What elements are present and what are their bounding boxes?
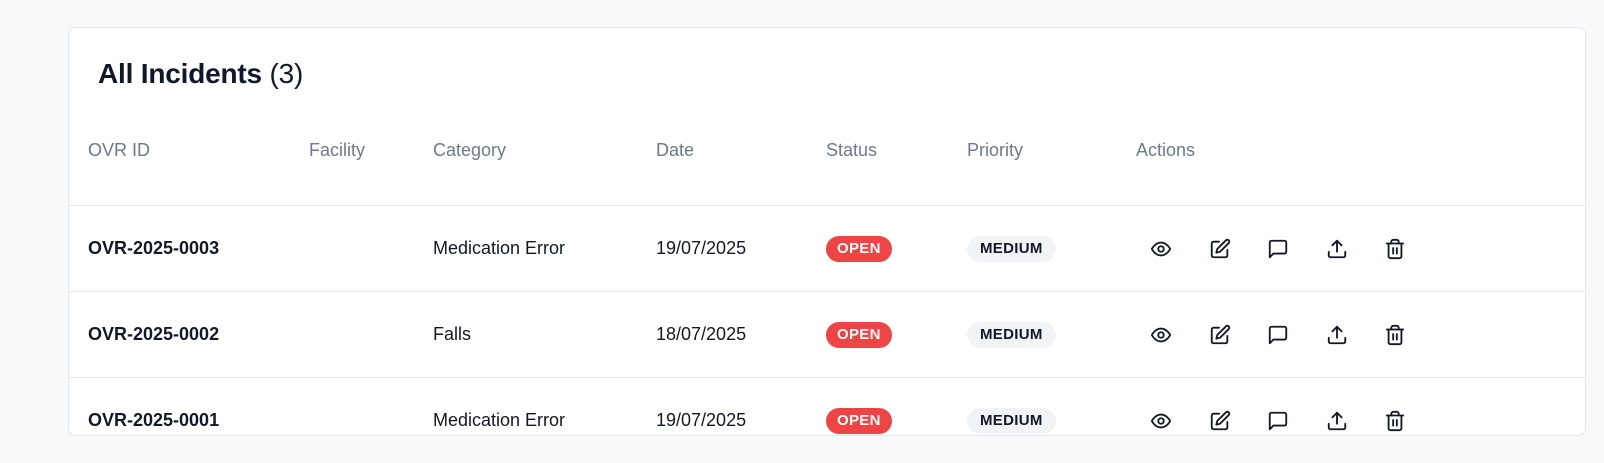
upload-button[interactable] xyxy=(1317,229,1357,269)
priority-cell: MEDIUM xyxy=(967,206,1056,291)
comment-button[interactable] xyxy=(1258,401,1298,441)
upload-button[interactable] xyxy=(1317,315,1357,355)
priority-cell: MEDIUM xyxy=(967,292,1056,377)
upload-icon xyxy=(1327,411,1346,430)
edit-button[interactable] xyxy=(1200,401,1240,441)
eye-icon xyxy=(1150,327,1172,342)
edit-button[interactable] xyxy=(1200,315,1240,355)
incident-category: Medication Error xyxy=(433,410,566,430)
incident-id[interactable]: OVR-2025-0001 xyxy=(88,378,219,463)
comment-button[interactable] xyxy=(1258,229,1298,269)
column-header-priority[interactable]: Priority xyxy=(967,130,1023,205)
row-actions xyxy=(1136,378,1434,463)
edit-icon xyxy=(1210,410,1230,430)
upload-icon xyxy=(1327,325,1346,344)
status-badge: OPEN xyxy=(826,235,892,262)
edit-icon xyxy=(1210,238,1230,258)
edit-icon xyxy=(1210,324,1230,344)
comment-icon xyxy=(1268,411,1288,430)
incident-id[interactable]: OVR-2025-0003 xyxy=(88,206,219,291)
table-row: OVR-2025-0002 Falls 18/07/2025 OPEN MEDI… xyxy=(69,292,1585,378)
incident-category: Falls xyxy=(433,324,472,344)
edit-button[interactable] xyxy=(1200,229,1240,269)
priority-badge: MEDIUM xyxy=(967,321,1056,348)
upload-icon xyxy=(1327,239,1346,258)
incident-date: 19/07/2025 xyxy=(656,410,747,430)
row-actions xyxy=(1136,292,1434,377)
status-badge: OPEN xyxy=(826,321,892,348)
trash-icon xyxy=(1385,238,1405,259)
status-cell: OPEN xyxy=(826,206,892,291)
column-header-category[interactable]: Category xyxy=(433,130,506,205)
row-actions xyxy=(1136,206,1434,291)
incidents-table: OVR ID Facility Category Date Status Pri… xyxy=(69,130,1585,463)
eye-icon xyxy=(1150,241,1172,256)
trash-icon xyxy=(1385,324,1405,345)
priority-badge: MEDIUM xyxy=(967,235,1056,262)
incident-count: (3) xyxy=(269,58,304,89)
view-button[interactable] xyxy=(1141,229,1181,269)
comment-icon xyxy=(1268,239,1288,258)
status-cell: OPEN xyxy=(826,292,892,377)
incident-category: Medication Error xyxy=(433,238,566,258)
priority-cell: MEDIUM xyxy=(967,378,1056,463)
table-row: OVR-2025-0001 Medication Error 19/07/202… xyxy=(69,378,1585,463)
page-title: All Incidents (3) xyxy=(98,58,303,90)
column-header-date[interactable]: Date xyxy=(656,130,694,205)
eye-icon xyxy=(1150,413,1172,428)
page-title-text: All Incidents xyxy=(98,58,262,89)
comment-icon xyxy=(1268,325,1288,344)
view-button[interactable] xyxy=(1141,401,1181,441)
incident-id[interactable]: OVR-2025-0002 xyxy=(88,292,219,377)
table-header: OVR ID Facility Category Date Status Pri… xyxy=(69,130,1585,206)
delete-button[interactable] xyxy=(1375,229,1415,269)
column-header-actions: Actions xyxy=(1136,140,1196,160)
status-badge: OPEN xyxy=(826,407,892,434)
status-cell: OPEN xyxy=(826,378,892,463)
delete-button[interactable] xyxy=(1375,401,1415,441)
incidents-card: All Incidents (3) OVR ID Facility Catego… xyxy=(68,27,1586,436)
comment-button[interactable] xyxy=(1258,315,1298,355)
column-header-id[interactable]: OVR ID xyxy=(88,130,150,205)
delete-button[interactable] xyxy=(1375,315,1415,355)
trash-icon xyxy=(1385,410,1405,431)
column-header-status[interactable]: Status xyxy=(826,130,877,205)
column-header-facility[interactable]: Facility xyxy=(309,130,365,205)
incident-date: 19/07/2025 xyxy=(656,238,747,258)
priority-badge: MEDIUM xyxy=(967,407,1056,434)
upload-button[interactable] xyxy=(1317,401,1357,441)
table-row: OVR-2025-0003 Medication Error 19/07/202… xyxy=(69,206,1585,292)
view-button[interactable] xyxy=(1141,315,1181,355)
incident-date: 18/07/2025 xyxy=(656,324,747,344)
